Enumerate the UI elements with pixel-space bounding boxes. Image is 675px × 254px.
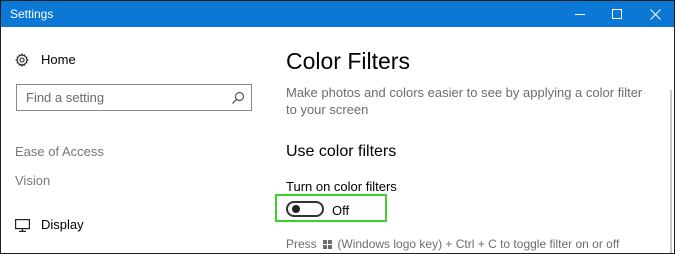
toggle-label: Turn on color filters	[286, 179, 397, 194]
sidebar-item-label: Home	[41, 52, 76, 67]
settings-window: Settings Home Find a setting Ease of Acc…	[0, 0, 675, 254]
section-heading: Use color filters	[286, 143, 397, 160]
group-title: Vision	[15, 173, 51, 188]
shortcut-prefix: Press	[286, 237, 317, 251]
shortcut-suffix: (Windows logo key) + Ctrl + C to toggle …	[337, 237, 620, 251]
close-button[interactable]	[637, 1, 673, 27]
sidebar: Home Ease of Access Vision Display	[1, 27, 264, 253]
scrollbar-thumb[interactable]	[670, 90, 672, 253]
toggle-state-text: Off	[332, 203, 350, 218]
search-box	[16, 84, 252, 111]
gear-icon	[15, 53, 29, 67]
shortcut-hint: Press (Windows logo key) + Ctrl + C to t…	[286, 237, 619, 252]
minimize-button[interactable]	[562, 1, 598, 27]
sidebar-item-label: Display	[41, 217, 84, 232]
page-title: Color Filters	[286, 48, 410, 74]
minimize-icon	[575, 13, 585, 15]
toggle-knob	[292, 205, 300, 213]
maximize-button[interactable]	[599, 1, 635, 27]
page-description: Make photos and colors easier to see by …	[286, 85, 643, 117]
title-bar: Settings	[1, 1, 674, 27]
main-content: Color Filters Make photos and colors eas…	[264, 27, 674, 253]
maximize-icon	[612, 9, 622, 19]
close-icon	[649, 8, 661, 20]
windows-logo-icon	[323, 240, 333, 249]
window-title: Settings	[10, 7, 54, 21]
monitor-icon	[15, 218, 30, 232]
color-filters-toggle[interactable]	[286, 201, 324, 217]
search-icon[interactable]	[231, 91, 245, 105]
search-input[interactable]	[17, 85, 227, 110]
sidebar-item-home[interactable]: Home	[15, 52, 76, 68]
sidebar-item-display[interactable]: Display	[15, 217, 84, 233]
section-title: Ease of Access	[15, 144, 104, 159]
